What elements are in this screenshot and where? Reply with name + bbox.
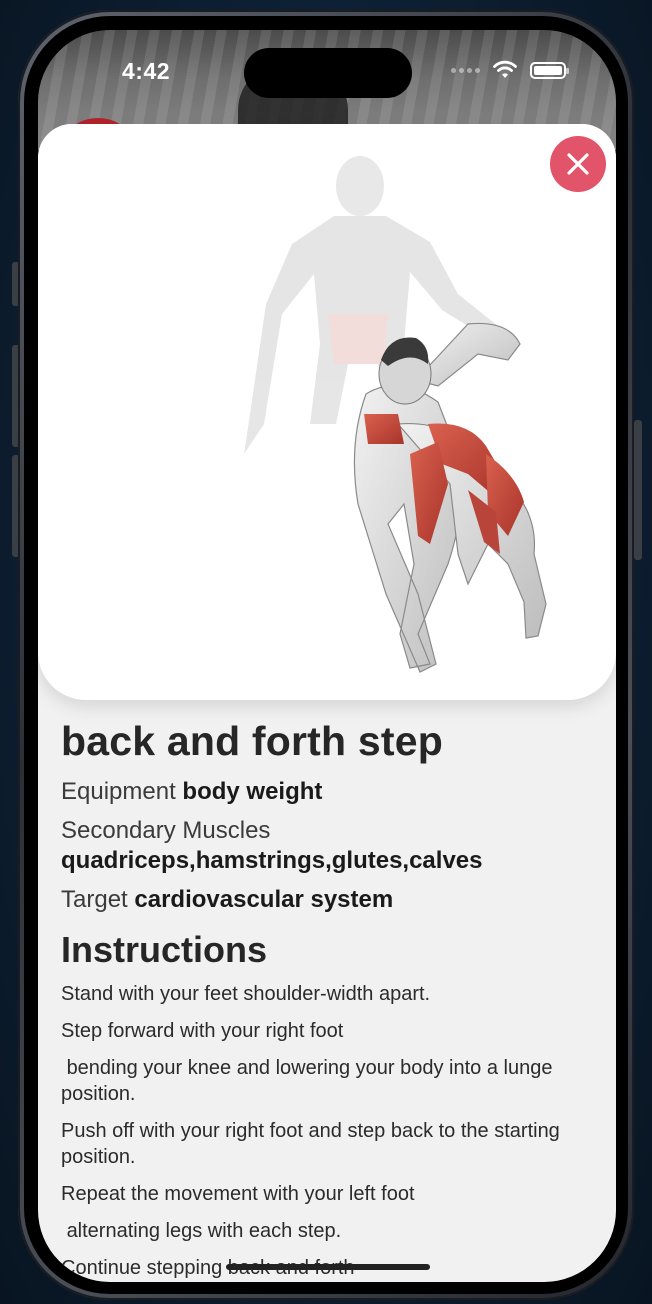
instruction-step: Step forward with your right foot xyxy=(61,1020,344,1042)
exercise-info: back and forth step Equipment body weigh… xyxy=(61,718,581,1282)
exercise-detail-sheet: back and forth step Equipment body weigh… xyxy=(38,124,616,1282)
battery-icon xyxy=(530,61,569,79)
wifi-icon xyxy=(493,60,517,78)
instruction-step: Stand with your feet shoulder-width apar… xyxy=(61,983,431,1005)
equipment-row: Equipment body weight xyxy=(61,777,581,807)
secondary-muscles-value: quadriceps,hamstrings,glutes,calves xyxy=(61,847,483,874)
equipment-label: Equipment xyxy=(61,778,176,805)
signal-dots-icon xyxy=(451,67,480,73)
instructions-heading: Instructions xyxy=(61,929,268,970)
target-row: Target cardiovascular system xyxy=(61,885,581,915)
home-indicator[interactable] xyxy=(226,1264,430,1270)
secondary-muscles-row: Secondary Muscles quadriceps,hamstrings,… xyxy=(61,816,581,876)
instruction-step: Push off with your right foot and step b… xyxy=(61,1120,566,1168)
exercise-image-card xyxy=(38,124,616,700)
power-button xyxy=(634,420,642,560)
anatomy-figure-illustration xyxy=(244,156,547,673)
close-icon xyxy=(567,153,589,175)
dynamic-island xyxy=(244,48,412,98)
secondary-muscles-label: Secondary Muscles xyxy=(61,817,271,844)
status-icons xyxy=(451,60,569,80)
instruction-step: bending your knee and lowering your body… xyxy=(61,1057,559,1105)
close-button[interactable] xyxy=(550,136,606,192)
status-bar: 4:42 xyxy=(38,30,616,110)
instruction-step: Repeat the movement with your left foot xyxy=(61,1183,415,1205)
lunging-figure xyxy=(353,322,547,673)
target-value: cardiovascular system xyxy=(134,886,394,913)
instruction-step: alternating legs with each step. xyxy=(61,1220,342,1242)
status-time: 4:42 xyxy=(122,58,171,84)
exercise-title: back and forth step xyxy=(61,718,443,764)
target-label: Target xyxy=(61,886,128,913)
equipment-value: body weight xyxy=(182,778,323,805)
phone-screen: 4:42 back and forth step Equipment body … xyxy=(38,30,616,1282)
